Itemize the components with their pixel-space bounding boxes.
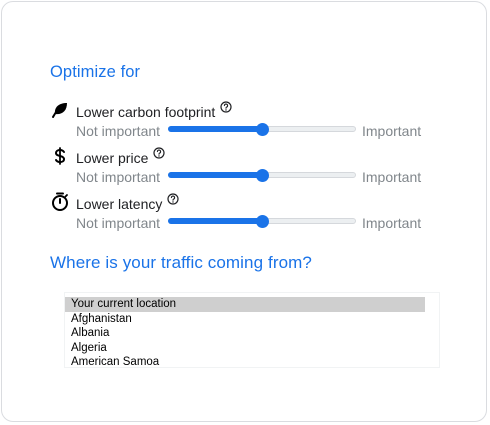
traffic-title: Where is your traffic coming from? [50, 253, 312, 272]
help-icon[interactable] [220, 101, 232, 113]
slider-fill [168, 126, 262, 132]
option-price-text: Lower price [76, 150, 149, 166]
price-importance-slider[interactable] [168, 169, 356, 182]
recommendation-card: Optimize for Lower carbon footprint Not … [1, 1, 487, 422]
country-option[interactable]: Albania [65, 326, 425, 341]
traffic-location-listbox[interactable]: Your current location Afghanistan Albania A… [64, 292, 440, 368]
dollar-icon [54, 147, 66, 165]
slider-fill [168, 172, 262, 178]
slider-max-label: Important [362, 123, 422, 139]
country-option[interactable]: Afghanistan [65, 312, 425, 327]
slider-max-label: Important [362, 169, 422, 185]
help-icon[interactable] [153, 147, 165, 159]
carbon-importance-slider[interactable] [168, 123, 356, 136]
option-latency: Lower latency Not important Important [50, 192, 450, 232]
slider-thumb[interactable] [256, 215, 269, 228]
slider-fill [168, 218, 262, 224]
slider-min-label: Not important [76, 215, 161, 231]
country-option[interactable]: Your current location [65, 297, 425, 312]
option-price: Lower price Not important Important [50, 146, 450, 186]
country-options: Your current location Afghanistan Albania A… [65, 293, 439, 367]
stopwatch-icon [52, 192, 68, 211]
country-option[interactable]: American Samoa [65, 355, 425, 367]
latency-importance-slider[interactable] [168, 215, 356, 228]
option-price-label: Lower price [76, 147, 165, 166]
option-latency-label: Lower latency [76, 193, 179, 212]
option-latency-text: Lower latency [76, 196, 163, 212]
option-carbon-label: Lower carbon footprint [76, 101, 232, 120]
help-icon[interactable] [167, 193, 179, 205]
slider-thumb[interactable] [256, 169, 269, 182]
option-carbon: Lower carbon footprint Not important Imp… [50, 100, 450, 140]
slider-thumb[interactable] [256, 123, 269, 136]
country-option[interactable]: Algeria [65, 341, 425, 356]
slider-min-label: Not important [76, 123, 161, 139]
optimize-title: Optimize for [50, 63, 141, 81]
option-carbon-text: Lower carbon footprint [76, 104, 216, 120]
slider-max-label: Important [362, 215, 422, 231]
leaf-icon [52, 103, 67, 118]
slider-min-label: Not important [76, 169, 161, 185]
